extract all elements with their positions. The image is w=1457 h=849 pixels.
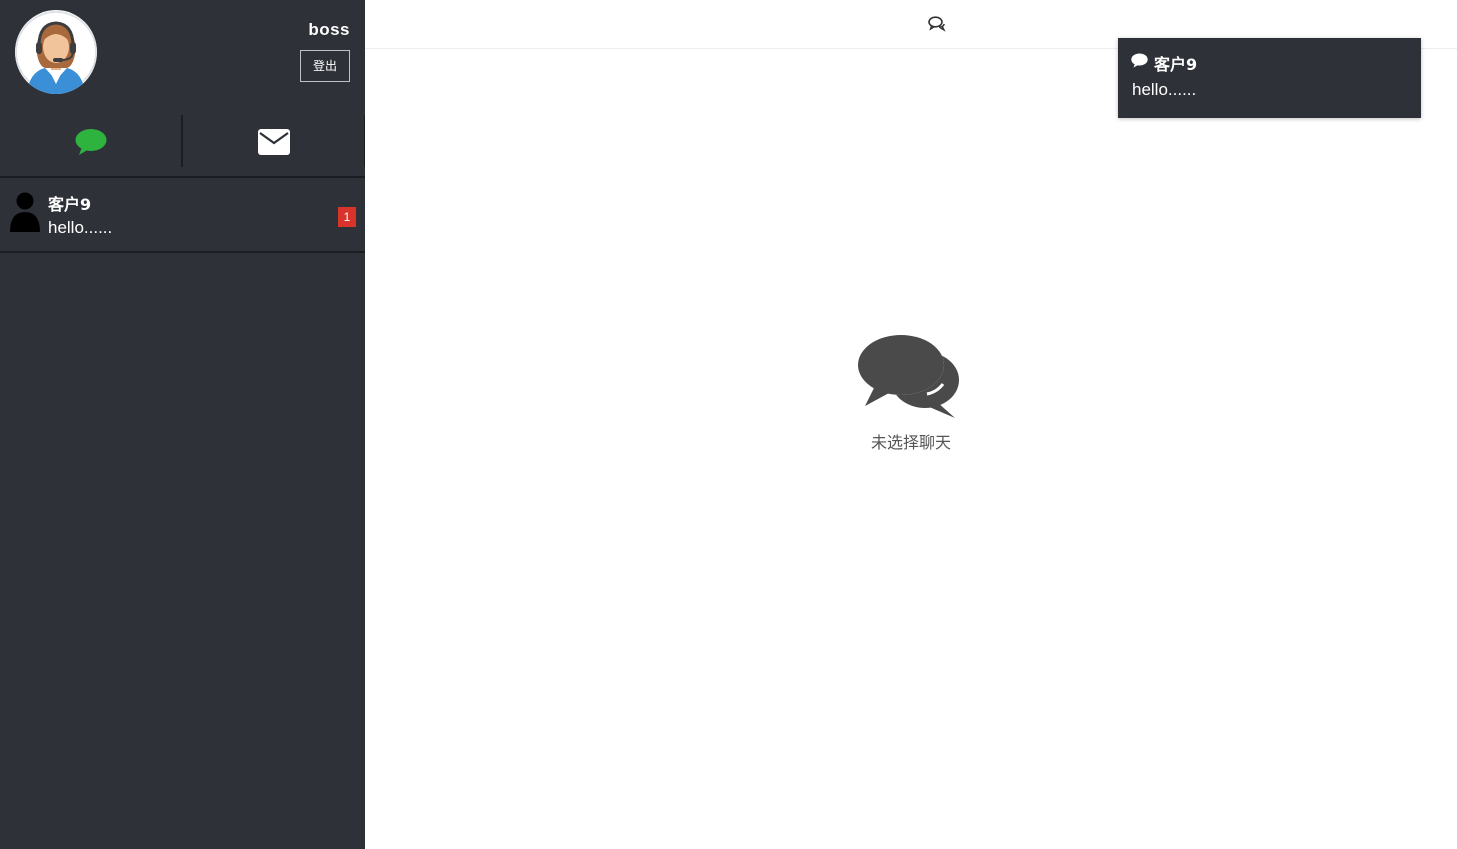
chat-bubbles-icon — [858, 335, 959, 418]
unread-badge: 1 — [338, 207, 356, 227]
main-panel: 未选择聊天 — [365, 0, 1457, 849]
toast-body: hello...... — [1132, 80, 1197, 99]
username: boss — [308, 20, 350, 39]
conversation-preview: hello...... — [48, 218, 113, 237]
notification-toast[interactable]: 客户9 hello...... — [1118, 38, 1421, 118]
sidebar-tabs — [0, 108, 366, 178]
conversation-list: 客户9 hello...... 1 — [0, 178, 365, 253]
profile-header: boss 登出 — [0, 0, 365, 108]
logout-button[interactable]: 登出 — [300, 50, 350, 82]
toast-title: 客户9 — [1154, 55, 1198, 74]
conversation-name: 客户9 — [48, 195, 92, 214]
tab-chats[interactable] — [0, 108, 181, 176]
chat-bubble-icon — [75, 129, 106, 155]
avatar — [15, 10, 97, 94]
list-item[interactable]: 客户9 hello...... 1 — [0, 178, 365, 253]
person-icon — [10, 192, 40, 232]
chat-bubble-icon — [1131, 53, 1148, 68]
chat-bubbles-icon — [928, 16, 946, 32]
empty-state-text: 未选择聊天 — [870, 433, 951, 452]
sidebar: boss 登出 客户9 hello...... 1 — [0, 0, 366, 849]
tab-messages[interactable] — [183, 108, 364, 176]
envelope-icon — [257, 129, 290, 155]
